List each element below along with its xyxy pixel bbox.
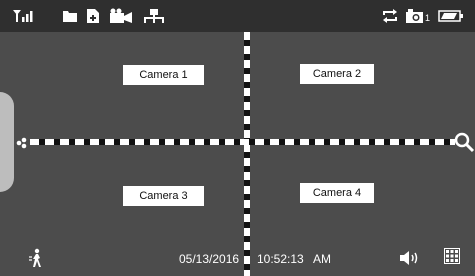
meridiem-text: AM [313, 252, 331, 266]
camera-switch-icon[interactable] [108, 8, 134, 24]
time-text: 10:52:13 [257, 252, 304, 266]
folder-icon[interactable] [62, 9, 78, 23]
vertical-divider[interactable] [244, 32, 250, 276]
camera-3-label[interactable]: Camera 3 [123, 186, 204, 206]
menu-dots-icon[interactable] [16, 136, 28, 154]
camera-1-label[interactable]: Camera 1 [123, 65, 204, 85]
signal-icon [12, 9, 38, 23]
grid-icon[interactable] [444, 248, 460, 269]
side-menu-tab[interactable] [0, 92, 14, 192]
status-bar: 1 [0, 0, 475, 32]
motion-person-icon[interactable] [28, 248, 44, 273]
zoom-icon[interactable] [453, 131, 475, 158]
date-text: 05/13/2016 [179, 252, 240, 266]
add-file-icon[interactable] [86, 8, 100, 24]
network-icon[interactable] [141, 8, 167, 24]
horizontal-divider[interactable] [30, 139, 455, 145]
snapshot-icon [405, 8, 425, 24]
camera-2-label[interactable]: Camera 2 [300, 64, 374, 84]
volume-icon[interactable] [399, 250, 421, 271]
snapshot-count: 1 [425, 13, 431, 23]
camera-viewer-screen: 1 Camera 1 Camera 2 Camera 3 Camera 4 05… [0, 0, 475, 276]
repeat-icon [382, 9, 398, 23]
battery-icon [438, 10, 464, 22]
camera-4-label[interactable]: Camera 4 [300, 183, 374, 203]
